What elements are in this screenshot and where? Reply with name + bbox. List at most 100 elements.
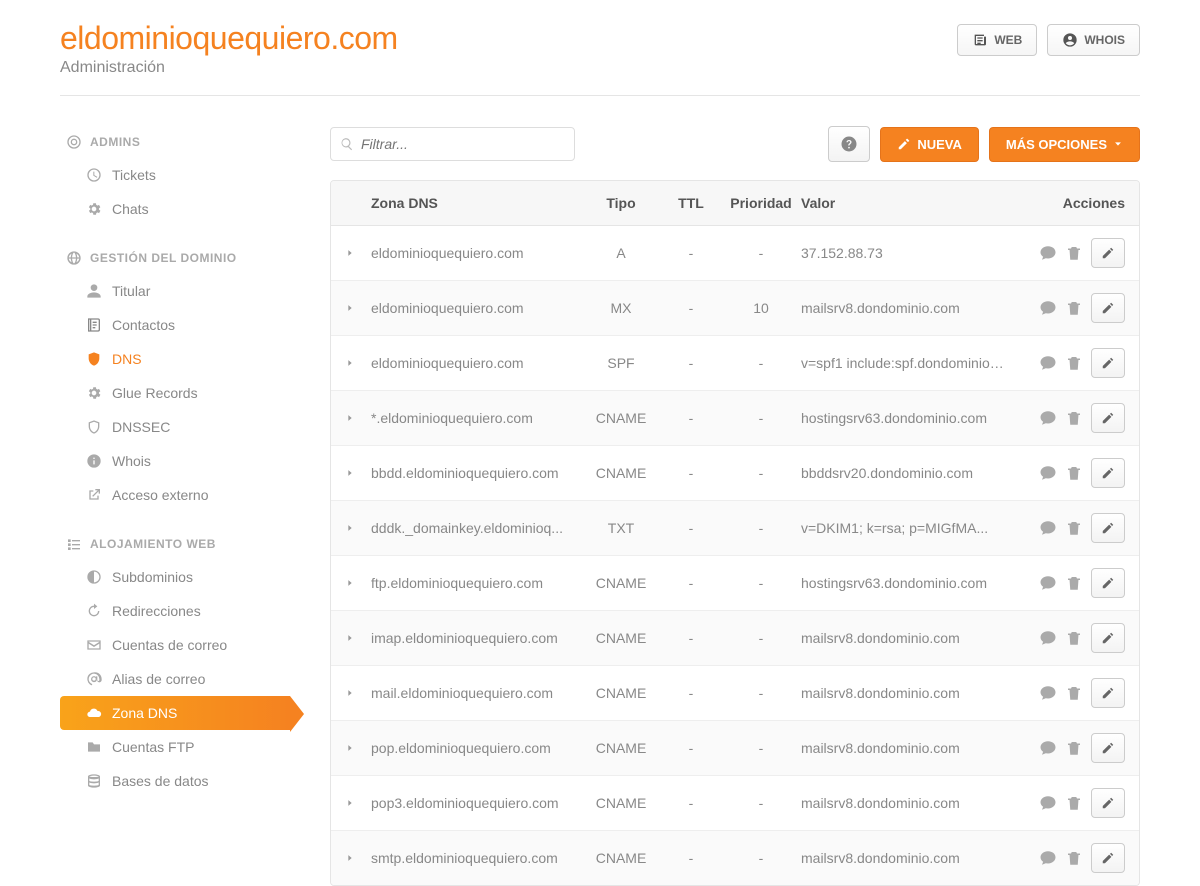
trash-icon[interactable] [1065,739,1083,757]
edit-button[interactable] [1091,568,1125,598]
sidebar-item-glue-records[interactable]: Glue Records [60,376,290,410]
comment-icon[interactable] [1039,684,1057,702]
chevron-right-icon [345,302,355,314]
trash-icon[interactable] [1065,299,1083,317]
trash-icon[interactable] [1065,794,1083,812]
comment-icon[interactable] [1039,849,1057,867]
expand-toggle[interactable] [345,577,371,589]
cell-priority: - [721,520,801,536]
new-button[interactable]: NUEVA [880,127,979,162]
edit-button[interactable] [1091,348,1125,378]
comment-icon[interactable] [1039,739,1057,757]
expand-toggle[interactable] [345,797,371,809]
edit-button[interactable] [1091,403,1125,433]
trash-icon[interactable] [1065,849,1083,867]
trash-icon[interactable] [1065,519,1083,537]
edit-button[interactable] [1091,238,1125,268]
sidebar-item-subdominios[interactable]: Subdominios [60,560,290,594]
sidebar-item-redirecciones[interactable]: Redirecciones [60,594,290,628]
cell-value: hostingsrv63.dondominio.com [801,575,1015,591]
cloud-icon [86,705,102,721]
expand-toggle[interactable] [345,247,371,259]
expand-toggle[interactable] [345,687,371,699]
expand-toggle[interactable] [345,742,371,754]
trash-icon[interactable] [1065,409,1083,427]
web-button[interactable]: WEB [957,24,1037,56]
comment-icon[interactable] [1039,244,1057,262]
sidebar-item-label: Cuentas de correo [112,637,227,653]
cell-ttl: - [661,355,721,371]
help-button[interactable] [828,126,870,162]
sidebar-item-cuentas-ftp[interactable]: Cuentas FTP [60,730,290,764]
whois-button[interactable]: WHOIS [1047,24,1140,56]
edit-button[interactable] [1091,843,1125,873]
cell-zone: mail.eldominioquequiero.com [371,685,581,701]
folder-icon [86,739,102,755]
comment-icon[interactable] [1039,299,1057,317]
sidebar-item-contactos[interactable]: Contactos [60,308,290,342]
edit-box-icon [1101,686,1115,700]
trash-icon[interactable] [1065,464,1083,482]
expand-toggle[interactable] [345,467,371,479]
trash-icon[interactable] [1065,354,1083,372]
trash-icon[interactable] [1065,629,1083,647]
comment-icon[interactable] [1039,629,1057,647]
sidebar-item-bases-de-datos[interactable]: Bases de datos [60,764,290,798]
at-icon [86,671,102,687]
table-row: eldominioquequiero.com MX - 10 mailsrv8.… [331,281,1139,336]
cell-value: 37.152.88.73 [801,245,1015,261]
edit-button[interactable] [1091,623,1125,653]
expand-toggle[interactable] [345,852,371,864]
edit-button[interactable] [1091,678,1125,708]
cell-value: mailsrv8.dondominio.com [801,795,1015,811]
sidebar-item-alias-de-correo[interactable]: Alias de correo [60,662,290,696]
edit-button[interactable] [1091,513,1125,543]
filter-input[interactable] [330,127,575,161]
comment-icon[interactable] [1039,794,1057,812]
more-options-button[interactable]: MÁS OPCIONES [989,127,1140,162]
sidebar-item-titular[interactable]: Titular [60,274,290,308]
table-row: ftp.eldominioquequiero.com CNAME - - hos… [331,556,1139,611]
sidebar-item-tickets[interactable]: Tickets [60,158,290,192]
trash-icon[interactable] [1065,244,1083,262]
cell-ttl: - [661,795,721,811]
gear-icon [86,201,102,217]
comment-icon[interactable] [1039,409,1057,427]
expand-toggle[interactable] [345,302,371,314]
cell-zone: eldominioquequiero.com [371,245,581,261]
trash-icon[interactable] [1065,684,1083,702]
sidebar-item-acceso-externo[interactable]: Acceso externo [60,478,290,512]
chevron-right-icon [345,632,355,644]
edit-button[interactable] [1091,458,1125,488]
sidebar-item-zona-dns[interactable]: Zona DNS [60,696,290,730]
expand-toggle[interactable] [345,412,371,424]
expand-toggle[interactable] [345,522,371,534]
cell-value: v=DKIM1; k=rsa; p=MIGfMA... [801,520,1015,536]
chevron-right-icon [345,687,355,699]
sidebar-item-label: Alias de correo [112,671,205,687]
comment-icon[interactable] [1039,354,1057,372]
expand-toggle[interactable] [345,632,371,644]
comment-icon[interactable] [1039,519,1057,537]
newspaper-icon [972,32,988,48]
sidebar-item-cuentas-de-correo[interactable]: Cuentas de correo [60,628,290,662]
sidebar-item-whois[interactable]: Whois [60,444,290,478]
edit-button[interactable] [1091,733,1125,763]
trash-icon[interactable] [1065,574,1083,592]
sidebar-item-chats[interactable]: Chats [60,192,290,226]
comment-icon[interactable] [1039,574,1057,592]
chevron-right-icon [345,742,355,754]
cell-type: MX [581,300,661,316]
sidebar-item-label: DNS [112,351,142,367]
table-row: imap.eldominioquequiero.com CNAME - - ma… [331,611,1139,666]
comment-icon[interactable] [1039,464,1057,482]
sidebar-item-dns[interactable]: DNS [60,342,290,376]
sidebar-section-header: ALOJAMIENTO WEB [60,528,290,560]
cell-zone: smtp.eldominioquequiero.com [371,850,581,866]
search-icon [340,137,354,151]
edit-button[interactable] [1091,788,1125,818]
sidebar-item-dnssec[interactable]: DNSSEC [60,410,290,444]
edit-button[interactable] [1091,293,1125,323]
expand-toggle[interactable] [345,357,371,369]
redirect-icon [86,603,102,619]
